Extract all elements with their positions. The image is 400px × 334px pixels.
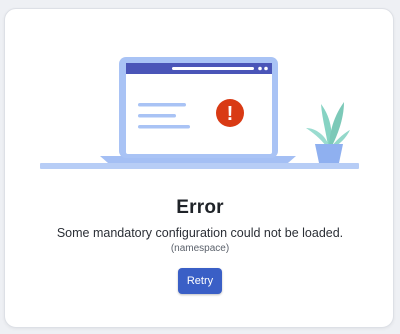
error-title: Error [176,197,224,218]
laptop-error-illustration: ! [40,57,359,169]
screen-text-line [138,125,190,129]
ground-line [40,163,359,169]
svg-text:!: ! [227,103,234,125]
window-dot-icon [264,66,268,71]
screen-text-line [138,103,186,107]
error-detail: (namespace) [170,243,230,254]
screen-text-line [138,114,176,118]
screen-title-line [172,67,254,70]
alert-icon: ! [216,99,244,127]
error-message: Some mandatory configuration could not b… [56,226,344,240]
window-dot-icon [258,66,262,71]
laptop-screen [126,63,272,154]
retry-button[interactable]: Retry [178,268,222,294]
plant-pot [315,144,343,163]
plant-icon [306,102,350,163]
